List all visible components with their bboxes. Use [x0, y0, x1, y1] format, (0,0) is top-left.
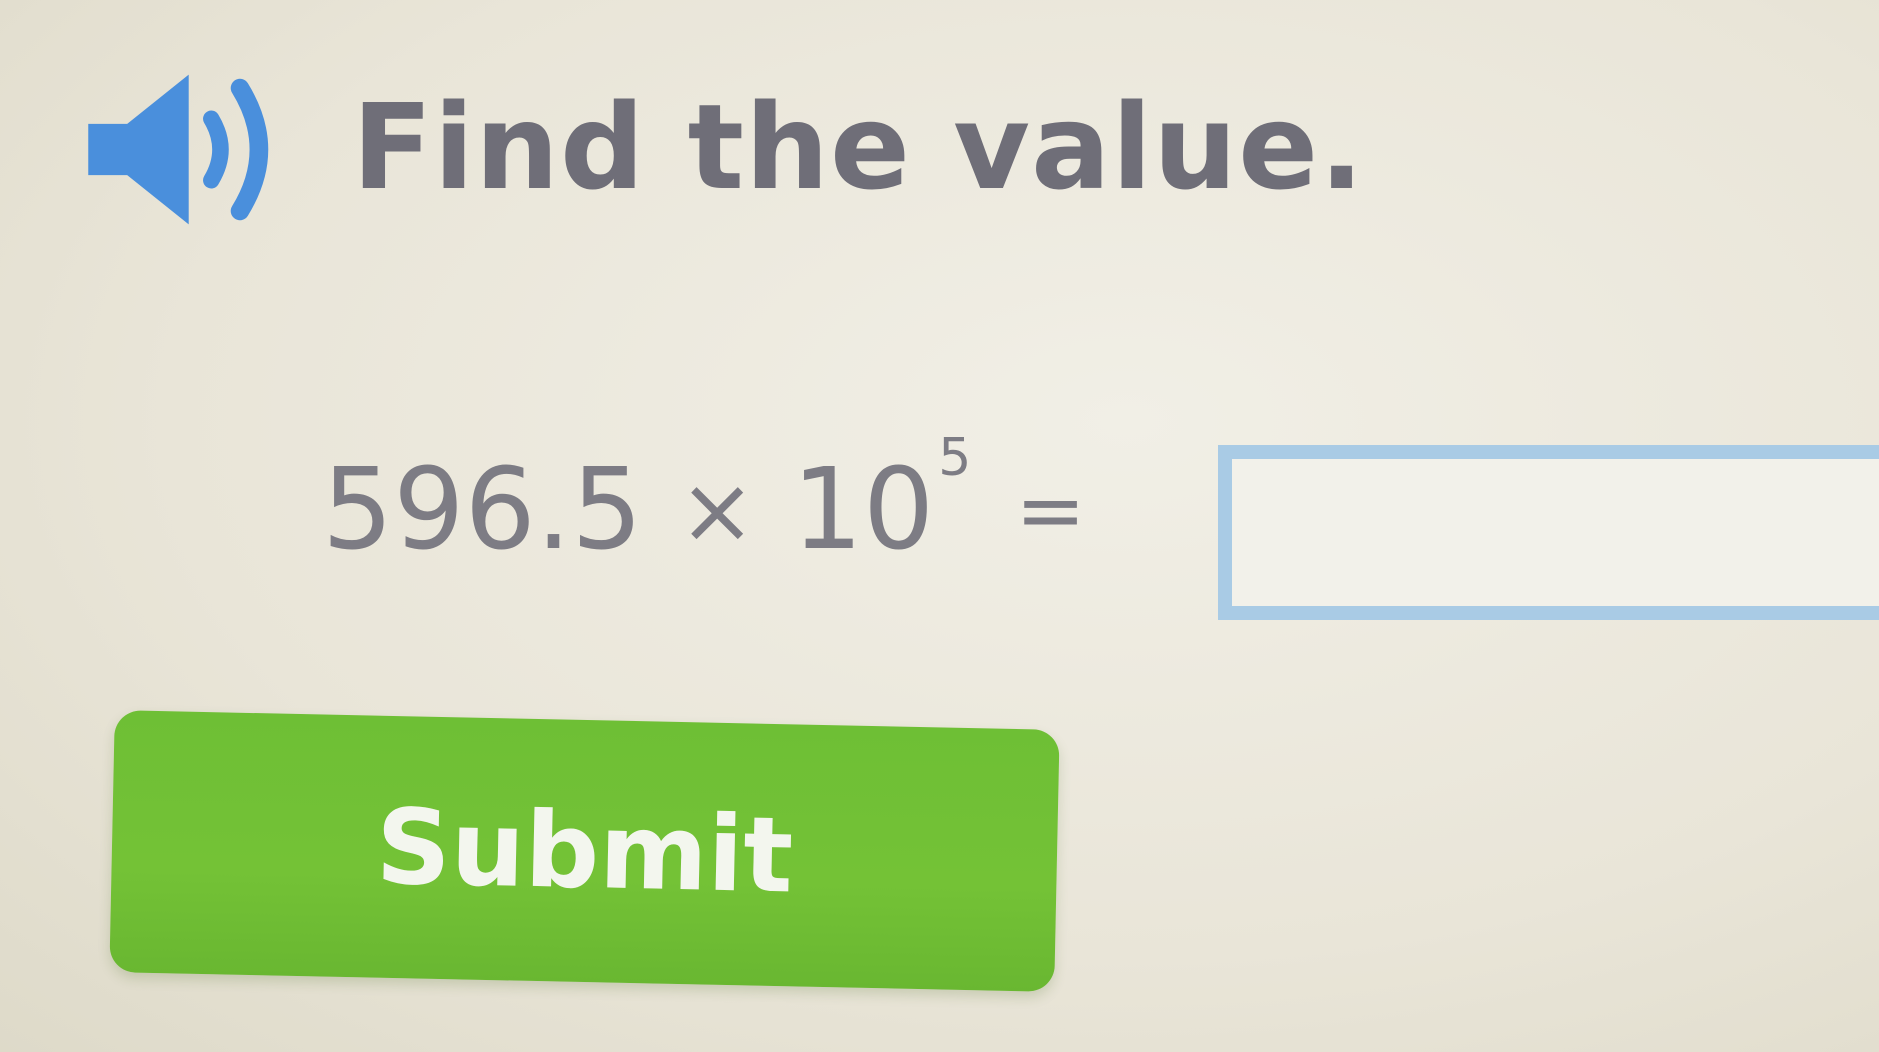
equation: 596.5 × 10 5 = — [322, 428, 1126, 590]
answer-input[interactable] — [1218, 445, 1879, 620]
question-page: Find the value. 596.5 × 10 5 = Submit — [0, 0, 1879, 1052]
question-prompt: Find the value. — [352, 78, 1365, 216]
equals-symbol: = — [1015, 461, 1086, 559]
audio-button[interactable] — [78, 62, 283, 237]
equation-base: 10 — [791, 445, 935, 575]
equation-coefficient: 596.5 — [322, 445, 643, 575]
speaker-icon — [88, 74, 269, 225]
times-symbol: × — [678, 456, 756, 564]
submit-button[interactable]: Submit — [109, 710, 1060, 992]
equation-exponent: 5 — [938, 428, 972, 488]
